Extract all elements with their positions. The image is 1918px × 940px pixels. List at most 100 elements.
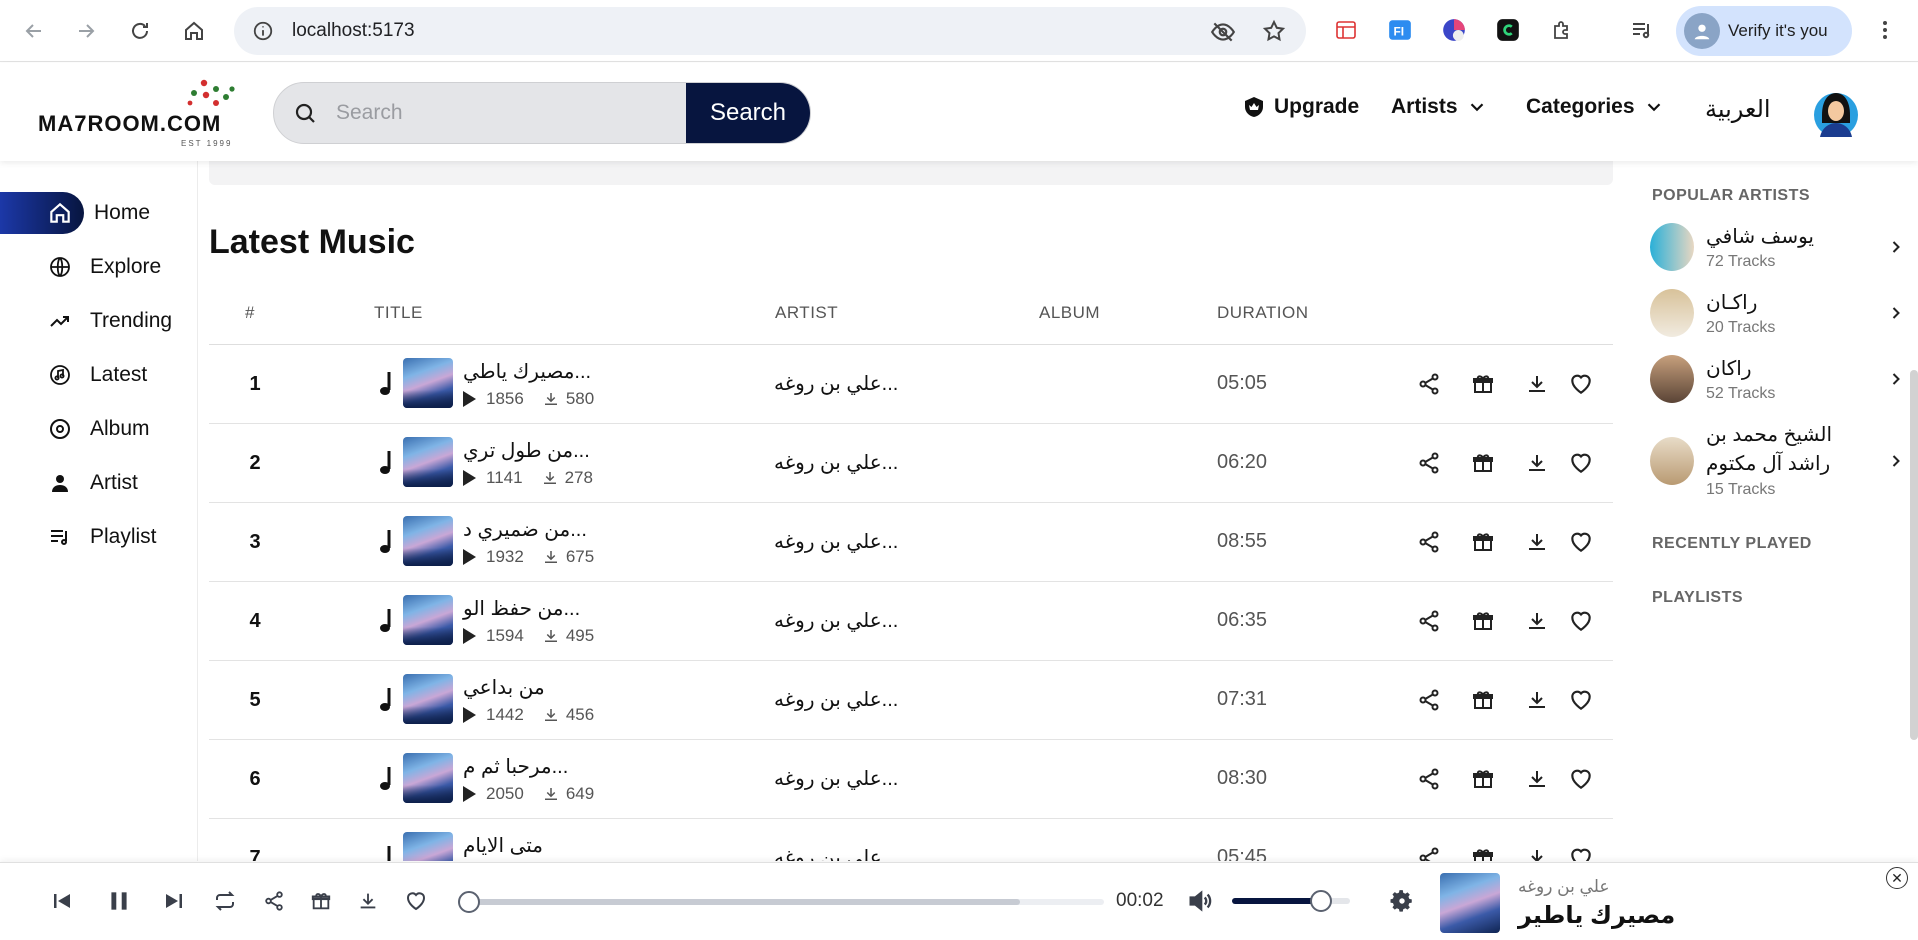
- share-icon[interactable]: [1413, 684, 1445, 716]
- download-icon[interactable]: [1521, 605, 1553, 637]
- track-artwork[interactable]: [403, 753, 453, 803]
- share-icon[interactable]: [1413, 447, 1445, 479]
- volume-icon[interactable]: [1184, 885, 1216, 917]
- sidebar-item-artist[interactable]: Artist: [0, 462, 190, 504]
- sidebar-item-explore[interactable]: Explore: [0, 246, 190, 288]
- table-row[interactable]: 5 من بداعي 1442 456 علي بن روغه... 07:31: [209, 661, 1613, 740]
- music-note-icon[interactable]: [377, 369, 399, 399]
- popular-artist-item[interactable]: راكـان 20 Tracks: [1650, 289, 1900, 341]
- close-player-icon[interactable]: ✕: [1886, 867, 1908, 889]
- popular-artist-item[interactable]: يوسف شافي 72 Tracks: [1650, 223, 1900, 275]
- music-note-icon[interactable]: [377, 606, 399, 636]
- track-title[interactable]: من طول تري...: [463, 438, 590, 463]
- download-icon[interactable]: [1521, 842, 1553, 861]
- heart-icon[interactable]: [1565, 447, 1597, 479]
- track-title[interactable]: من ضميري د...: [463, 517, 587, 542]
- upgrade-link[interactable]: Upgrade: [1242, 95, 1359, 119]
- site-info-icon[interactable]: [250, 18, 276, 44]
- gift-icon[interactable]: [1467, 684, 1499, 716]
- forward-icon[interactable]: [66, 11, 106, 51]
- heart-icon[interactable]: [1565, 684, 1597, 716]
- volume-slider[interactable]: [1232, 890, 1350, 912]
- track-artist[interactable]: علي بن روغه...: [774, 845, 898, 861]
- heart-icon[interactable]: [1565, 605, 1597, 637]
- track-artist[interactable]: علي بن روغه...: [774, 608, 898, 633]
- gift-icon[interactable]: [1467, 447, 1499, 479]
- download-icon[interactable]: [1521, 368, 1553, 400]
- track-artwork[interactable]: [403, 516, 453, 566]
- track-artist[interactable]: علي بن روغه...: [774, 529, 898, 554]
- next-track-button[interactable]: [158, 885, 190, 917]
- gift-icon[interactable]: [1467, 763, 1499, 795]
- extension-sheet-icon[interactable]: [1330, 14, 1362, 46]
- back-icon[interactable]: [14, 11, 54, 51]
- seek-handle[interactable]: [457, 891, 480, 913]
- extension-color-icon[interactable]: [1438, 14, 1470, 46]
- music-note-icon[interactable]: [377, 685, 399, 715]
- sidebar-item-album[interactable]: Album: [0, 408, 190, 450]
- table-row[interactable]: 2 من طول تري... 1141 278 علي بن روغه... 06…: [209, 424, 1613, 503]
- download-icon[interactable]: [1521, 684, 1553, 716]
- extension-c-icon[interactable]: [1492, 14, 1524, 46]
- track-artwork[interactable]: [403, 832, 453, 861]
- download-icon[interactable]: [1521, 447, 1553, 479]
- track-title[interactable]: من حفظ الو...: [463, 596, 580, 621]
- track-title[interactable]: متى الايام: [463, 833, 543, 858]
- track-artist[interactable]: علي بن روغه...: [774, 687, 898, 712]
- popular-artist-item[interactable]: الشيخ محمد بن راشد آل مكتوم 15 Tracks: [1650, 421, 1900, 511]
- track-title[interactable]: مرحبا ثم م...: [463, 754, 568, 779]
- track-artwork[interactable]: [403, 674, 453, 724]
- page-scrollbar[interactable]: [1910, 370, 1918, 740]
- music-note-icon[interactable]: [377, 527, 399, 557]
- gift-icon[interactable]: [1467, 842, 1499, 861]
- address-bar[interactable]: localhost:5173: [234, 7, 1306, 55]
- media-controls-icon[interactable]: [1626, 14, 1658, 46]
- gift-icon[interactable]: [1467, 526, 1499, 558]
- table-row[interactable]: 7 متى الايام علي بن روغه... 05:45: [209, 819, 1613, 861]
- heart-icon[interactable]: [1565, 842, 1597, 861]
- share-icon[interactable]: [1413, 526, 1445, 558]
- gift-icon[interactable]: [1467, 605, 1499, 637]
- track-artist[interactable]: علي بن روغه...: [774, 766, 898, 791]
- categories-dropdown[interactable]: Categories: [1526, 95, 1665, 119]
- sidebar-item-trending[interactable]: Trending: [0, 300, 190, 342]
- table-row[interactable]: 4 من حفظ الو... 1594 495 علي بن روغه... 06…: [209, 582, 1613, 661]
- extensions-puzzle-icon[interactable]: [1546, 14, 1578, 46]
- search-button[interactable]: Search: [686, 83, 810, 143]
- track-artist[interactable]: علي بن روغه...: [774, 450, 898, 475]
- download-icon[interactable]: [1521, 763, 1553, 795]
- seek-bar[interactable]: [457, 891, 1104, 913]
- track-artwork[interactable]: [403, 358, 453, 408]
- music-note-icon[interactable]: [377, 448, 399, 478]
- gift-icon[interactable]: [1467, 368, 1499, 400]
- share-icon[interactable]: [1413, 605, 1445, 637]
- track-artist[interactable]: علي بن روغه...: [774, 371, 898, 396]
- heart-icon[interactable]: [1565, 763, 1597, 795]
- share-icon[interactable]: [1413, 368, 1445, 400]
- share-icon[interactable]: [1413, 763, 1445, 795]
- track-artwork[interactable]: [403, 437, 453, 487]
- track-title[interactable]: مصيرك ياطي...: [463, 359, 591, 384]
- pause-button[interactable]: [103, 885, 135, 917]
- heart-icon[interactable]: [1565, 368, 1597, 400]
- repeat-button[interactable]: [209, 885, 241, 917]
- music-note-icon[interactable]: [377, 764, 399, 794]
- volume-handle[interactable]: [1309, 890, 1332, 912]
- sidebar-item-playlist[interactable]: Playlist: [0, 516, 190, 558]
- eye-off-icon[interactable]: [1210, 19, 1236, 50]
- table-row[interactable]: 6 مرحبا ثم م... 2050 649 علي بن روغه... 08…: [209, 740, 1613, 819]
- verify-profile-button[interactable]: Verify it's you: [1676, 6, 1852, 56]
- share-icon[interactable]: [258, 885, 290, 917]
- table-row[interactable]: 3 من ضميري د... 1932 675 علي بن روغه... 08…: [209, 503, 1613, 582]
- previous-track-button[interactable]: [46, 885, 78, 917]
- heart-icon[interactable]: [400, 885, 432, 917]
- heart-icon[interactable]: [1565, 526, 1597, 558]
- gift-icon[interactable]: [305, 885, 337, 917]
- table-row[interactable]: 1 مصيرك ياطي... 1856 580 علي بن روغه... 05…: [209, 345, 1613, 424]
- reload-icon[interactable]: [120, 11, 160, 51]
- search-input[interactable]: [336, 83, 686, 143]
- popular-artist-item[interactable]: راكان 52 Tracks: [1650, 355, 1900, 407]
- site-logo[interactable]: MA7ROOM.COM EST 1999: [38, 77, 242, 151]
- user-avatar[interactable]: [1812, 85, 1860, 139]
- artists-dropdown[interactable]: Artists: [1391, 95, 1488, 119]
